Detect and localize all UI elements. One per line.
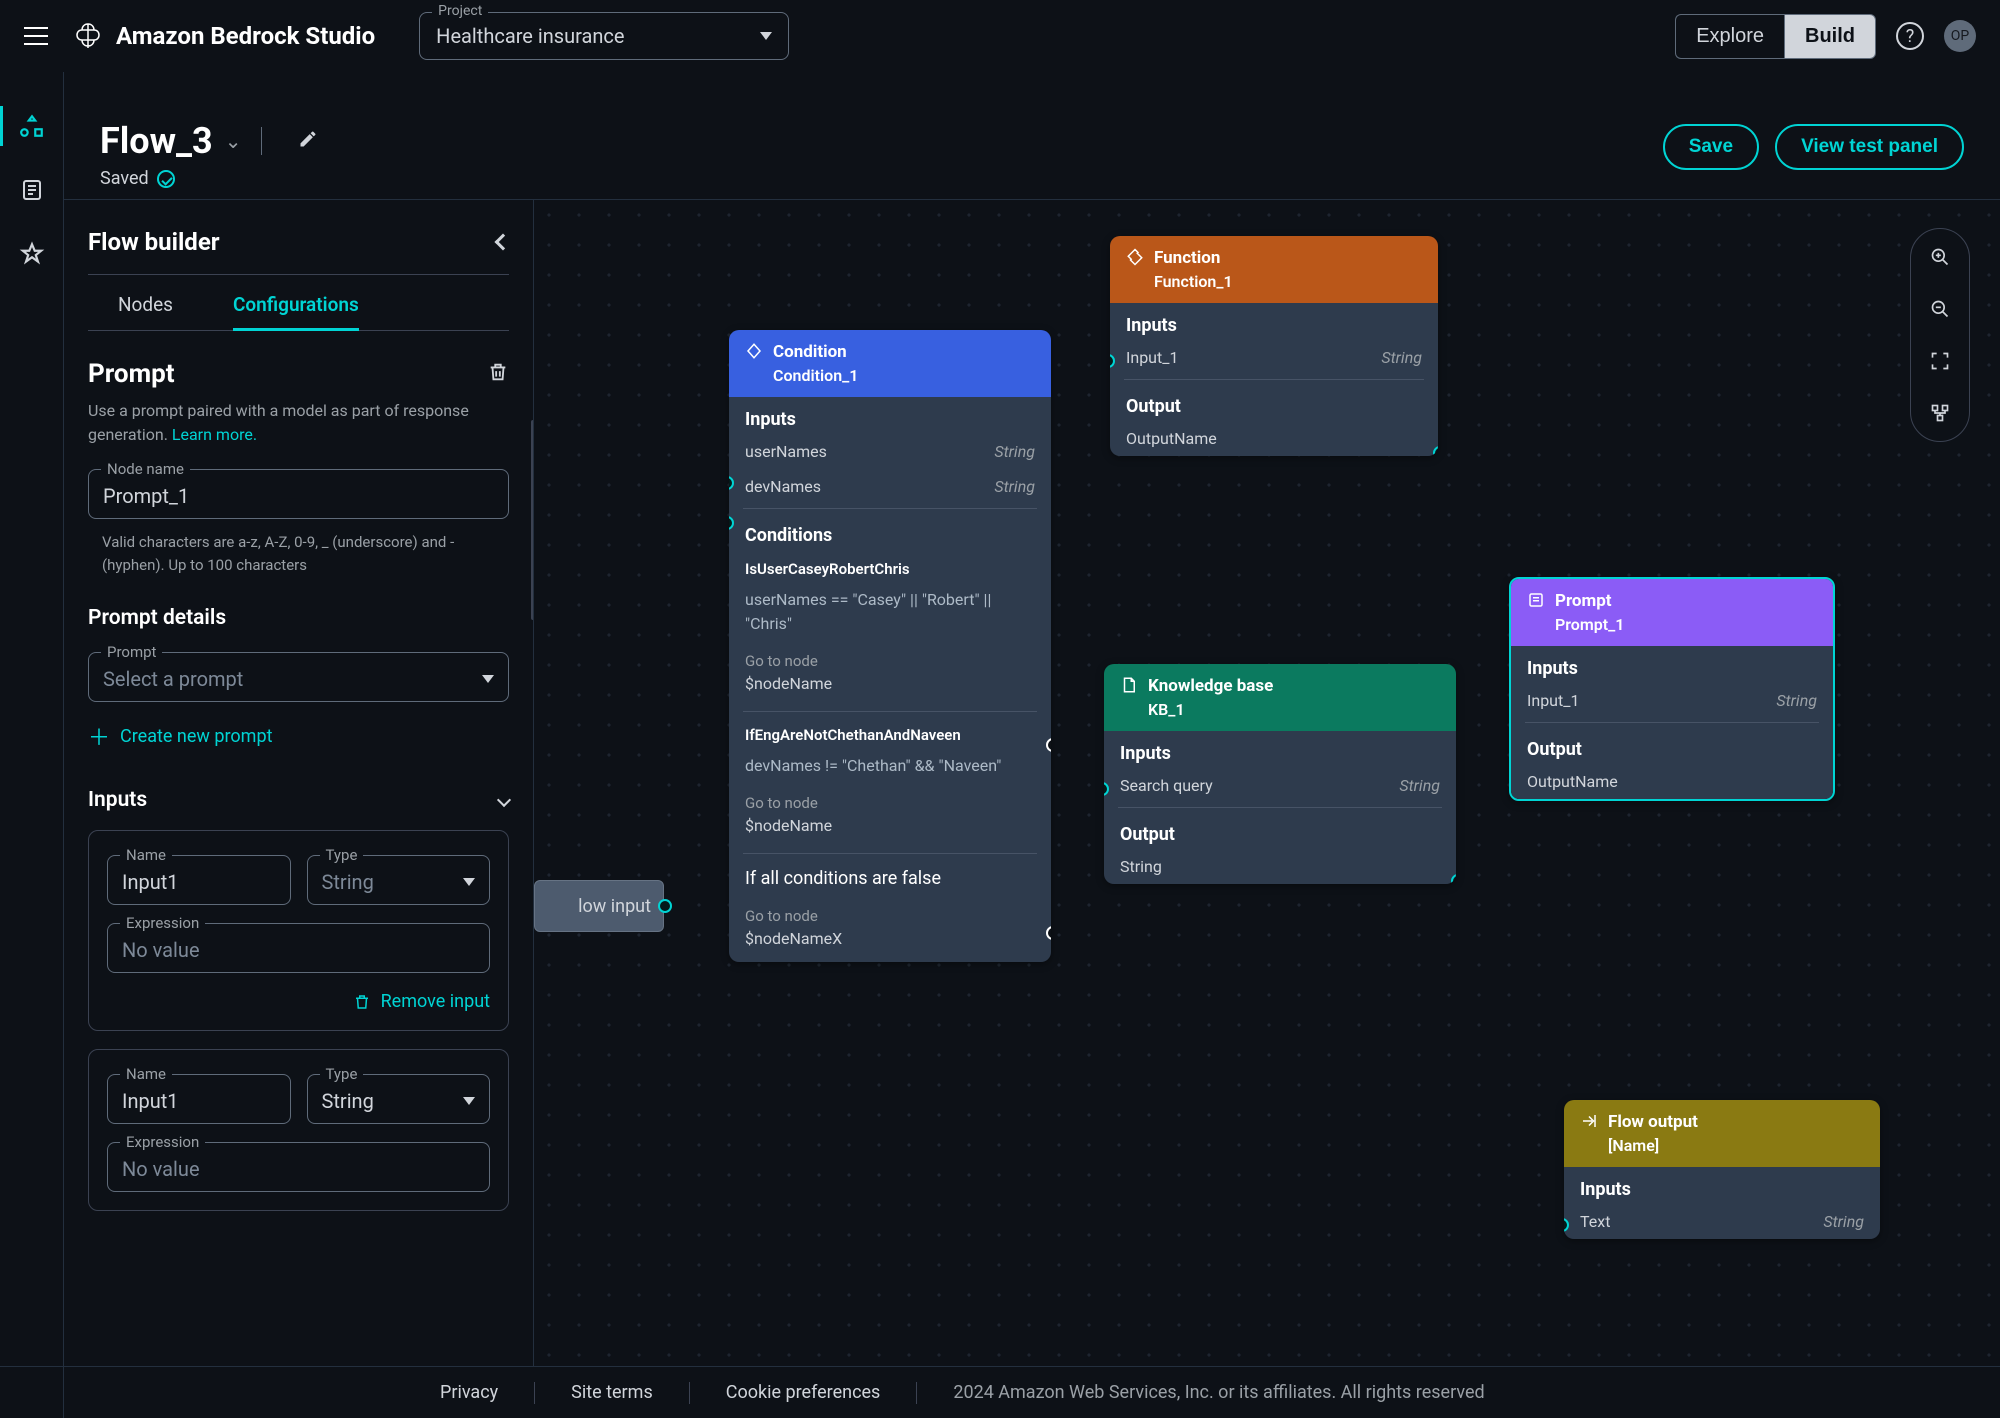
build-tab[interactable]: Build [1784,14,1876,59]
node-name-field[interactable]: Node name Prompt_1 [88,469,509,519]
prompt-details-heading: Prompt details [88,606,509,630]
edit-icon[interactable] [298,129,318,153]
collapse-panel-icon[interactable] [495,234,512,251]
plus-icon: ＋ [88,720,110,752]
view-test-panel-button[interactable]: View test panel [1775,124,1964,170]
condition-node[interactable]: Condition Condition_1 Inputs userNamesSt… [729,330,1051,962]
prompt-select[interactable]: Prompt Select a prompt [88,652,509,702]
prompt-icon [1527,591,1545,609]
node-name-value: Prompt_1 [103,484,494,508]
footer-privacy[interactable]: Privacy [440,1382,498,1403]
caret-down-icon [482,675,494,683]
footer-cookies[interactable]: Cookie preferences [726,1382,881,1403]
rail-docs-icon[interactable] [18,176,46,204]
divider [88,274,509,275]
knowledge-base-node[interactable]: Knowledge base KB_1 Inputs Search queryS… [1104,664,1456,884]
input-type-field[interactable]: Type String [307,1074,491,1124]
caret-down-icon [760,32,772,40]
inputs-heading: Inputs [88,788,147,812]
prompt-section-desc: Use a prompt paired with a model as part… [88,399,509,447]
explore-tab[interactable]: Explore [1675,14,1784,59]
prompt-section-title: Prompt [88,359,175,389]
prompt-node[interactable]: Prompt Prompt_1 Inputs Input_1String Out… [1509,577,1835,801]
flow-input-label: low input [578,896,651,917]
learn-more-link[interactable]: Learn more. [172,425,257,444]
brand-logo: Amazon Bedrock Studio [72,20,375,52]
zoom-tools [1910,228,1970,442]
input-card: Name Input1 Type String Expression No va… [88,1049,509,1211]
output-icon [1580,1112,1598,1130]
zoom-in-icon[interactable] [1928,245,1952,269]
input-card: Name Input1 Type String Expression No va… [88,830,509,1031]
tab-configurations[interactable]: Configurations [233,293,359,331]
input-name-field[interactable]: Name Input1 [107,855,291,905]
user-avatar[interactable]: OP [1944,20,1976,52]
delete-node-icon[interactable] [487,360,509,388]
tab-nodes[interactable]: Nodes [118,293,173,331]
menu-icon[interactable] [24,27,48,45]
brain-icon [72,20,104,52]
remove-input-link[interactable]: Remove input [107,991,490,1012]
input-name-field[interactable]: Name Input1 [107,1074,291,1124]
flow-input-node[interactable]: low input [534,880,664,932]
divider [261,127,262,155]
function-icon [1126,248,1144,266]
prompt-select-label: Prompt [101,643,162,661]
saved-label: Saved [100,168,149,189]
help-icon[interactable]: ? [1896,22,1924,50]
input-expression-field[interactable]: Expression No value [107,1142,490,1192]
create-new-prompt-link[interactable]: ＋ Create new prompt [88,720,509,752]
output-port[interactable] [1451,874,1456,884]
flow-title-dropdown-icon[interactable]: ⌄ [225,129,242,153]
caret-down-icon [463,878,475,886]
create-new-prompt-label: Create new prompt [120,726,272,747]
layout-icon[interactable] [1928,401,1952,425]
condition-icon [745,342,763,360]
output-port[interactable] [1433,446,1438,456]
project-label: Project [432,3,488,19]
input-expression-field[interactable]: Expression No value [107,923,490,973]
brand-text: Amazon Bedrock Studio [116,22,375,50]
project-selector[interactable]: Project Healthcare insurance [419,12,789,60]
saved-check-icon [157,170,175,188]
function-node[interactable]: Function Function_1 Inputs Input_1String… [1110,236,1438,456]
rail-star-icon[interactable] [18,240,46,268]
save-button[interactable]: Save [1663,124,1759,170]
footer-copyright: 2024 Amazon Web Services, Inc. or its af… [953,1382,1484,1403]
input-type-field[interactable]: Type String [307,855,491,905]
node-name-label: Node name [101,460,190,478]
flow-title: Flow_3 [100,120,213,162]
caret-down-icon [463,1097,475,1105]
output-port[interactable] [658,899,672,913]
document-icon [1120,676,1138,694]
node-name-help: Valid characters are a-z, A-Z, 0-9, _ (u… [88,531,509,576]
inputs-collapse-icon[interactable] [497,793,511,807]
prompt-select-placeholder: Select a prompt [103,667,243,691]
flow-output-node[interactable]: Flow output [Name] Inputs TextString [1564,1100,1880,1239]
panel-title: Flow builder [88,228,220,256]
zoom-out-icon[interactable] [1928,297,1952,321]
fit-screen-icon[interactable] [1928,349,1952,373]
project-name: Healthcare insurance [436,24,624,48]
footer-site-terms[interactable]: Site terms [571,1382,653,1403]
rail-flows-icon[interactable] [18,112,46,140]
